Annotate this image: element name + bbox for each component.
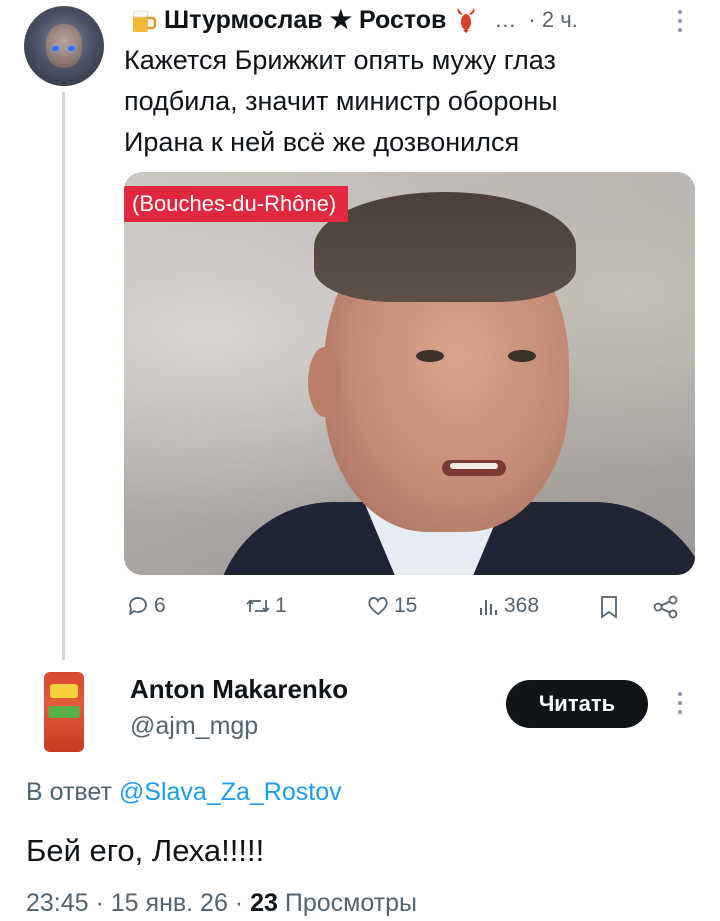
lobster-icon	[452, 6, 480, 34]
reply-button[interactable]: 6	[126, 594, 166, 618]
reply-count: 6	[154, 594, 166, 617]
views-label: Просмотры	[284, 889, 418, 917]
media-hair	[314, 192, 576, 302]
ellipsis-text: …	[494, 7, 517, 32]
share-button[interactable]	[652, 594, 680, 620]
beer-icon	[128, 5, 158, 35]
more-icon[interactable]	[668, 6, 692, 36]
views-icon	[478, 594, 500, 618]
reply-context: В ответ @Slava_Za_Rostov	[26, 778, 342, 807]
reply-text: Бей его, Леха!!!!!	[26, 833, 265, 868]
retweet-icon	[245, 594, 271, 618]
bookmark-button[interactable]	[598, 594, 620, 620]
media-mouth	[442, 460, 506, 476]
retweet-button[interactable]: 1	[245, 594, 287, 618]
reply-prefix: В ответ	[26, 778, 112, 806]
media-eye	[508, 350, 536, 362]
more-icon[interactable]	[668, 688, 692, 718]
action-bar: 6 1 15 368	[0, 588, 720, 628]
tweet-text-line: Кажется Брижжит опять мужу глаз	[124, 45, 556, 75]
reply-author-name[interactable]: Anton Makarenko	[130, 674, 348, 705]
reply-icon	[126, 594, 150, 618]
author-avatar[interactable]	[24, 6, 104, 86]
media-ear	[308, 347, 342, 417]
views-count: 368	[504, 594, 540, 617]
tweet-text: Кажется Брижжит опять мужу глаз подбила,…	[124, 40, 684, 163]
avatar-eye-left	[52, 46, 59, 51]
tweet-header: Штурмослав ★ Ростов … · 2 ч.	[128, 2, 578, 38]
avatar-face	[46, 24, 82, 68]
avatar-label	[50, 684, 78, 698]
reply-to-link[interactable]: @Slava_Za_Rostov	[119, 778, 342, 806]
author-name[interactable]: Штурмослав ★ Ростов	[164, 5, 446, 35]
reply-author-avatar[interactable]	[44, 672, 84, 752]
tweet-timestamp[interactable]: 23:45 · 15 янв. 26 ·	[26, 889, 243, 917]
tweet-text-line: Ирана к ней всё же дозвонился	[124, 127, 520, 157]
bookmark-icon	[598, 594, 620, 620]
reply-author-handle[interactable]: @ajm_mgp	[130, 712, 258, 741]
share-icon	[652, 594, 680, 620]
thread-line	[62, 92, 65, 660]
retweet-count: 1	[275, 594, 287, 617]
views-button[interactable]: 368	[478, 594, 539, 618]
tweet-time[interactable]: · 2 ч.	[528, 7, 577, 33]
tweet-media-image[interactable]: (Bouches-du-Rhône)	[124, 172, 695, 575]
views-count: 23	[250, 889, 278, 917]
follow-button[interactable]: Читать	[506, 680, 648, 728]
avatar-label	[48, 706, 80, 718]
like-button[interactable]: 15	[366, 594, 417, 618]
like-count: 15	[394, 594, 418, 617]
tweet-text-line: подбила, значит министр обороны	[124, 86, 558, 116]
media-eye	[416, 350, 444, 362]
tweet-meta: 23:45 · 15 янв. 26 · 23 Просмотры	[26, 889, 417, 918]
like-icon	[366, 594, 390, 618]
media-caption: (Bouches-du-Rhône)	[124, 186, 349, 222]
avatar-eye-right	[68, 46, 75, 51]
